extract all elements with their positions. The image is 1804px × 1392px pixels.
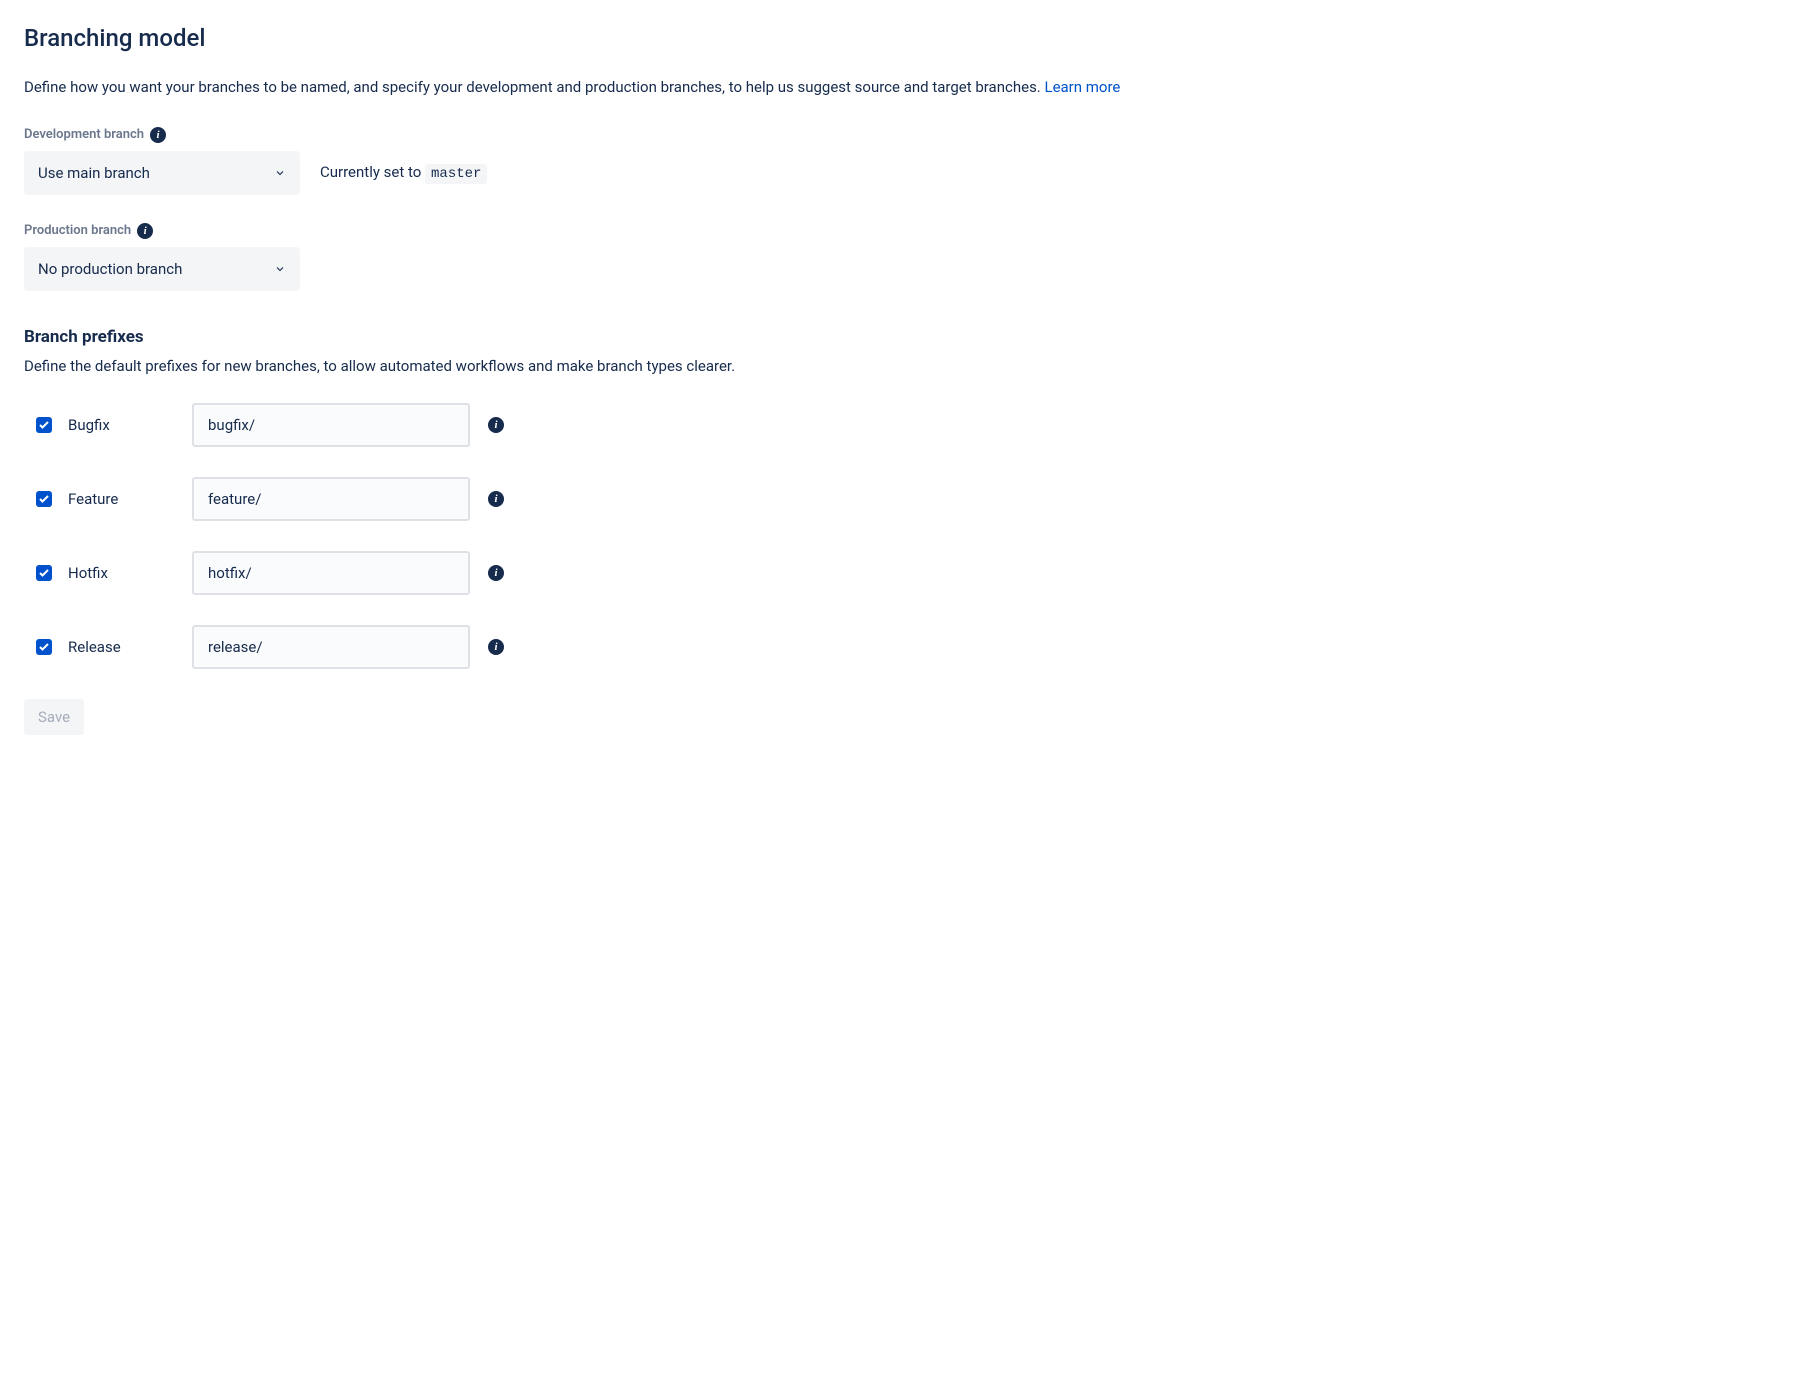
currently-value: master bbox=[425, 164, 487, 184]
production-branch-group: Production branch i No production branch bbox=[24, 223, 1780, 291]
page-description: Define how you want your branches to be … bbox=[24, 76, 1204, 99]
production-branch-select[interactable]: No production branch bbox=[24, 247, 300, 291]
release-input[interactable] bbox=[192, 625, 470, 669]
bugfix-checkbox[interactable] bbox=[36, 417, 52, 433]
branch-prefixes-description: Define the default prefixes for new bran… bbox=[24, 357, 1780, 375]
prefix-row-hotfix: Hotfix i bbox=[24, 551, 1780, 595]
development-branch-group: Development branch i Use main branch Cur… bbox=[24, 127, 1780, 195]
development-branch-selected: Use main branch bbox=[38, 164, 150, 182]
hotfix-input[interactable] bbox=[192, 551, 470, 595]
prefix-list: Bugfix i Feature i Hotfix bbox=[24, 403, 1780, 669]
release-label: Release bbox=[68, 638, 192, 656]
currently-set-to: Currently set to master bbox=[320, 163, 487, 182]
development-branch-row: Use main branch Currently set to master bbox=[24, 151, 1780, 195]
feature-label: Feature bbox=[68, 490, 192, 508]
currently-prefix: Currently set to bbox=[320, 163, 425, 181]
branch-prefixes-heading: Branch prefixes bbox=[24, 327, 1780, 347]
learn-more-link[interactable]: Learn more bbox=[1044, 78, 1120, 96]
page-title: Branching model bbox=[24, 24, 1780, 52]
bugfix-label: Bugfix bbox=[68, 416, 192, 434]
production-branch-selected: No production branch bbox=[38, 260, 182, 278]
chevron-down-icon bbox=[274, 263, 286, 275]
info-icon[interactable]: i bbox=[488, 565, 504, 581]
hotfix-label: Hotfix bbox=[68, 564, 192, 582]
development-branch-select[interactable]: Use main branch bbox=[24, 151, 300, 195]
production-branch-label: Production branch bbox=[24, 223, 131, 238]
save-button[interactable]: Save bbox=[24, 699, 84, 735]
feature-input[interactable] bbox=[192, 477, 470, 521]
info-icon[interactable]: i bbox=[488, 639, 504, 655]
bugfix-input[interactable] bbox=[192, 403, 470, 447]
production-branch-label-row: Production branch i bbox=[24, 223, 1780, 239]
info-icon[interactable]: i bbox=[488, 491, 504, 507]
info-icon[interactable]: i bbox=[150, 127, 166, 143]
info-icon[interactable]: i bbox=[137, 223, 153, 239]
development-branch-label: Development branch bbox=[24, 127, 144, 142]
development-branch-label-row: Development branch i bbox=[24, 127, 1780, 143]
hotfix-checkbox[interactable] bbox=[36, 565, 52, 581]
release-checkbox[interactable] bbox=[36, 639, 52, 655]
description-text: Define how you want your branches to be … bbox=[24, 78, 1044, 96]
info-icon[interactable]: i bbox=[488, 417, 504, 433]
chevron-down-icon bbox=[274, 167, 286, 179]
feature-checkbox[interactable] bbox=[36, 491, 52, 507]
prefix-row-feature: Feature i bbox=[24, 477, 1780, 521]
prefix-row-release: Release i bbox=[24, 625, 1780, 669]
prefix-row-bugfix: Bugfix i bbox=[24, 403, 1780, 447]
